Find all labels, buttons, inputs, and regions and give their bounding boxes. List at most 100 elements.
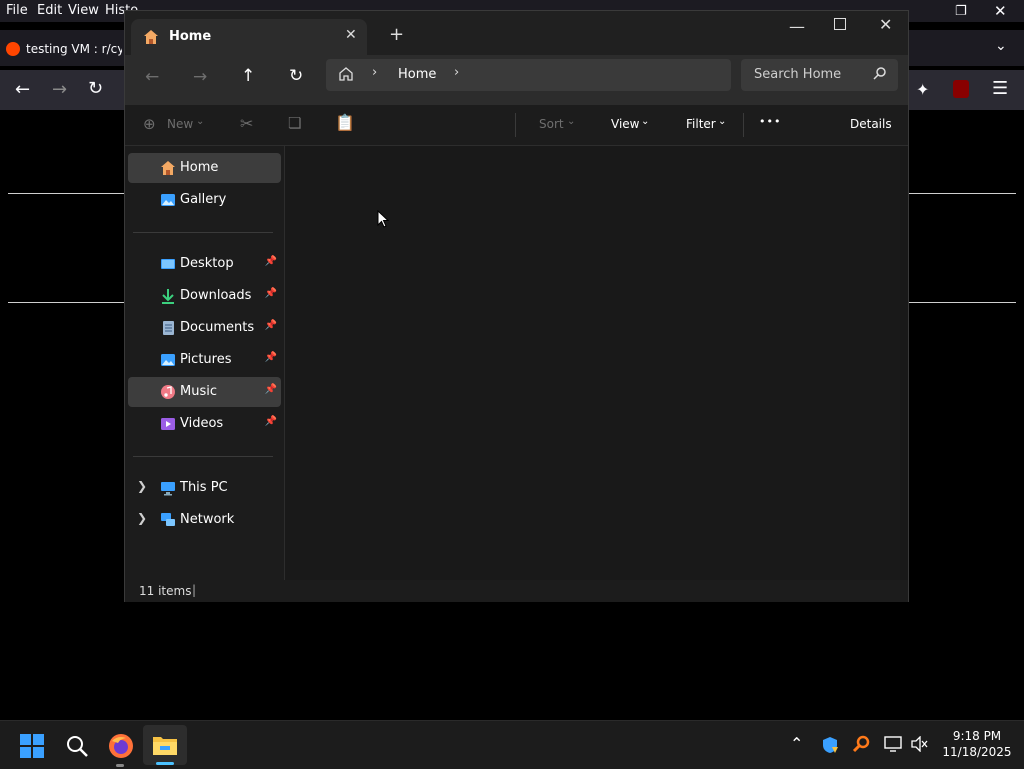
sidebar-item-network[interactable]: ❯ Network bbox=[128, 505, 281, 535]
copy-icon[interactable]: ❏ bbox=[288, 114, 301, 132]
sidebar-item-documents[interactable]: Documents 📌 bbox=[128, 313, 281, 343]
chevron-down-icon: ⌄ bbox=[196, 116, 205, 127]
menu-edit[interactable]: Edit bbox=[37, 3, 62, 18]
navigation-pane: Home Gallery Desktop 📌 Downloads 📌 Docum… bbox=[125, 146, 285, 580]
home-icon bbox=[160, 160, 176, 176]
home-icon bbox=[143, 29, 159, 45]
search-icon[interactable] bbox=[65, 734, 89, 758]
ublock-icon[interactable] bbox=[953, 80, 969, 98]
sidebar-item-downloads[interactable]: Downloads 📌 bbox=[128, 281, 281, 311]
network-icon bbox=[160, 512, 176, 528]
forward-arrow-icon[interactable]: → bbox=[193, 67, 207, 87]
browser-tab-title: testing VM : r/cyb bbox=[26, 42, 122, 56]
firefox-icon[interactable] bbox=[108, 733, 134, 759]
active-indicator bbox=[156, 762, 174, 765]
sidebar-item-label: Pictures bbox=[180, 352, 232, 367]
toolbar-separator bbox=[515, 113, 516, 137]
chevron-right-icon[interactable]: ❯ bbox=[137, 479, 147, 493]
breadcrumb-home[interactable]: Home bbox=[398, 67, 436, 82]
pin-icon: 📌 bbox=[264, 288, 277, 299]
volume-muted-icon[interactable] bbox=[911, 736, 929, 752]
maximize-icon[interactable] bbox=[834, 18, 846, 30]
music-icon bbox=[160, 384, 176, 400]
pin-icon: 📌 bbox=[264, 256, 277, 267]
sidebar-item-pictures[interactable]: Pictures 📌 bbox=[128, 345, 281, 375]
status-divider: | bbox=[192, 583, 197, 597]
view-button[interactable]: View bbox=[611, 117, 639, 131]
downloads-icon bbox=[160, 288, 176, 304]
browser-tab[interactable]: testing VM : r/cyb bbox=[6, 36, 124, 62]
close-icon[interactable]: ✕ bbox=[994, 2, 1007, 20]
extensions-icon[interactable]: ✦ bbox=[916, 80, 929, 99]
content-area[interactable] bbox=[285, 146, 908, 580]
clock-date: 11/18/2025 bbox=[942, 745, 1012, 759]
sidebar-item-label: Home bbox=[180, 160, 219, 175]
sidebar-divider bbox=[133, 456, 273, 457]
refresh-icon[interactable]: ↻ bbox=[289, 66, 303, 86]
forward-icon[interactable]: → bbox=[52, 79, 67, 100]
magnifier-tray-icon[interactable] bbox=[852, 735, 870, 753]
cut-icon[interactable]: ✂ bbox=[240, 114, 253, 133]
filter-button[interactable]: Filter bbox=[686, 117, 716, 131]
file-explorer-taskbar-button[interactable] bbox=[143, 725, 187, 765]
details-button[interactable]: Details bbox=[850, 117, 892, 131]
divider bbox=[8, 302, 124, 303]
clock[interactable]: 9:18 PM 11/18/2025 bbox=[938, 729, 1016, 759]
sidebar-item-label: This PC bbox=[180, 480, 228, 495]
paste-icon[interactable]: 📋 bbox=[335, 113, 355, 132]
hamburger-menu-icon[interactable]: ☰ bbox=[992, 78, 1008, 99]
menu-view[interactable]: View bbox=[68, 3, 99, 18]
sidebar-divider bbox=[133, 232, 273, 233]
chevron-right-icon[interactable]: ❯ bbox=[137, 511, 147, 525]
restore-icon[interactable]: ❐ bbox=[955, 4, 967, 19]
sort-button[interactable]: Sort bbox=[539, 117, 564, 131]
windows-start-icon[interactable] bbox=[20, 734, 44, 758]
search-icon[interactable] bbox=[873, 66, 887, 80]
sidebar-item-label: Videos bbox=[180, 416, 224, 431]
videos-icon bbox=[160, 416, 176, 432]
explorer-tab-home[interactable]: Home ✕ bbox=[131, 19, 367, 55]
status-bar: 11 items | bbox=[125, 580, 908, 602]
new-tab-icon[interactable]: + bbox=[389, 24, 404, 45]
pin-icon: 📌 bbox=[264, 384, 277, 395]
running-indicator bbox=[116, 764, 124, 767]
search-box[interactable]: Search Home bbox=[741, 59, 898, 91]
sidebar-item-music[interactable]: Music 📌 bbox=[128, 377, 281, 407]
sidebar-item-videos[interactable]: Videos 📌 bbox=[128, 409, 281, 439]
chevron-up-icon[interactable]: ⌃ bbox=[790, 734, 803, 753]
search-placeholder: Search Home bbox=[754, 67, 842, 82]
up-arrow-icon[interactable]: ↑ bbox=[241, 66, 255, 86]
chevron-down-icon: ⌄ bbox=[641, 116, 650, 127]
chevron-down-icon[interactable]: ⌄ bbox=[995, 38, 1007, 54]
sidebar-item-desktop[interactable]: Desktop 📌 bbox=[128, 249, 281, 279]
pictures-icon bbox=[160, 352, 176, 368]
divider bbox=[8, 193, 124, 194]
menu-file[interactable]: File bbox=[6, 3, 28, 18]
minimize-icon[interactable]: — bbox=[789, 17, 805, 36]
command-bar: ⊕ New ⌄ ✂ ❏ 📋 Sort ⌄ View ⌄ Filter ⌄ •••… bbox=[125, 105, 908, 146]
sidebar-item-label: Music bbox=[180, 384, 217, 399]
more-options-button[interactable]: ••• bbox=[759, 115, 781, 128]
new-icon[interactable]: ⊕ bbox=[143, 115, 156, 133]
breadcrumb-expand-icon[interactable]: › bbox=[454, 65, 459, 80]
item-count: 11 items bbox=[139, 584, 192, 598]
back-arrow-icon[interactable]: ← bbox=[145, 67, 159, 87]
chevron-down-icon: ⌄ bbox=[718, 116, 727, 127]
sidebar-item-home[interactable]: Home bbox=[128, 153, 281, 183]
new-button[interactable]: New bbox=[167, 117, 193, 131]
network-tray-icon[interactable] bbox=[884, 736, 902, 752]
sidebar-item-gallery[interactable]: Gallery bbox=[128, 185, 281, 215]
reload-icon[interactable]: ↻ bbox=[88, 78, 103, 99]
sidebar-item-label: Network bbox=[180, 512, 235, 527]
toolbar-separator bbox=[743, 113, 744, 137]
back-icon[interactable]: ← bbox=[15, 79, 30, 100]
address-bar[interactable]: › Home › bbox=[326, 59, 731, 91]
chevron-down-icon: ⌄ bbox=[567, 116, 576, 127]
desktop-icon bbox=[160, 256, 176, 272]
sidebar-item-this-pc[interactable]: ❯ This PC bbox=[128, 473, 281, 503]
security-shield-icon[interactable] bbox=[821, 736, 839, 754]
mouse-cursor-icon bbox=[377, 210, 389, 228]
explorer-tab-row: Home ✕ + — ✕ bbox=[125, 11, 908, 55]
close-window-icon[interactable]: ✕ bbox=[879, 15, 892, 34]
close-tab-icon[interactable]: ✕ bbox=[345, 27, 357, 43]
